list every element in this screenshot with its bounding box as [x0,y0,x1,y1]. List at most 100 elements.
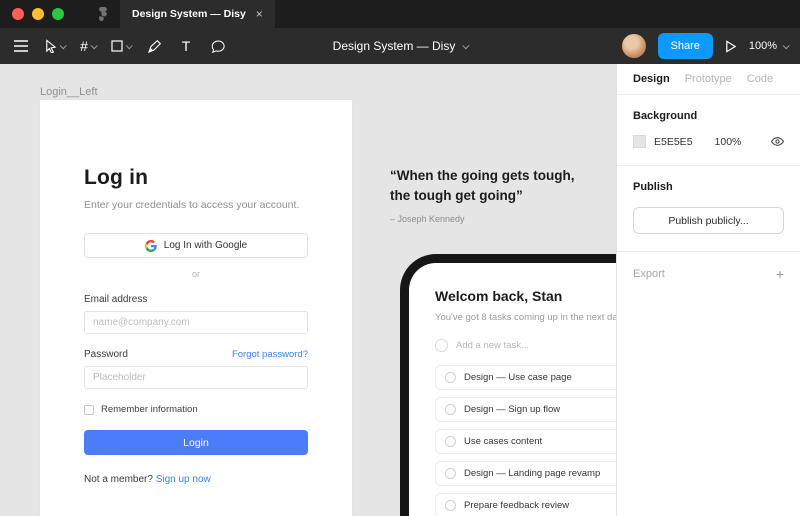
login-subtitle: Enter your credentials to access your ac… [84,199,308,211]
export-section-title: Export [633,268,665,280]
window-titlebar: Design System — Disy × [0,0,800,28]
move-tool-button[interactable] [40,31,69,61]
login-frame[interactable]: Log in Enter your credentials to access … [40,100,352,516]
signup-link[interactable]: Sign up now [156,474,211,485]
task-label: Design — Use case page [464,372,572,383]
opacity-value[interactable]: 100% [715,136,742,148]
email-field[interactable] [84,311,308,334]
text-tool-button[interactable]: T [173,31,199,61]
document-title-dropdown[interactable]: Design System — Disy [333,39,468,53]
chevron-down-icon[interactable] [126,42,133,49]
toolbar-right-group: Share 100% [622,33,800,59]
chevron-down-icon [783,42,790,49]
password-label-row: Password Forgot password? [84,349,308,360]
tab-close-icon[interactable]: × [256,8,263,20]
tab-code[interactable]: Code [747,73,773,85]
tab-design[interactable]: Design [633,73,670,85]
circle-icon[interactable] [445,468,456,479]
chevron-down-icon[interactable] [91,42,98,49]
or-divider: or [84,269,308,279]
circle-icon[interactable] [445,500,456,511]
main-toolbar: # T Design System — Disy Share [0,28,800,64]
zoom-control[interactable]: 100% [749,40,788,52]
share-button[interactable]: Share [658,33,713,59]
hamburger-menu-icon [14,40,28,52]
document-title: Design System — Disy [333,39,456,53]
main-area: Login__Left Log in Enter your credential… [0,64,800,516]
chevron-down-icon [462,42,469,49]
cursor-icon [44,39,57,53]
eye-icon [771,136,784,147]
task-row[interactable]: Prepare feedback review [435,493,616,516]
present-button[interactable] [725,40,737,53]
figma-logo-icon [92,0,114,28]
circle-icon[interactable] [445,436,456,447]
document-tab-title: Design System — Disy [132,8,246,20]
frame-tool-button[interactable]: # [75,31,101,61]
document-tab[interactable]: Design System — Disy × [120,0,275,28]
visibility-toggle[interactable] [771,136,784,147]
login-submit-button[interactable]: Login [84,430,308,455]
user-avatar[interactable] [622,34,646,58]
google-logo-icon [145,240,157,252]
signup-row: Not a member? Sign up now [84,474,308,485]
color-hex-value[interactable]: E5E5E5 [654,136,693,148]
task-list: Design — Use case page Design — Sign up … [435,365,616,516]
background-section-title: Background [633,110,784,122]
text-tool-icon: T [182,38,191,54]
login-content: Log in Enter your credentials to access … [40,100,352,485]
frame-name-label[interactable]: Login__Left [40,86,98,98]
remember-row: Remember information [84,404,308,415]
figma-app-window: Design System — Disy × # [0,0,800,516]
comment-tool-button[interactable] [205,31,231,61]
add-task-input[interactable]: Add a new task... [435,339,616,352]
remember-label: Remember information [101,404,198,415]
chevron-down-icon[interactable] [60,42,67,49]
color-swatch[interactable] [633,135,646,148]
quote-text: “When the going gets tough, the tough ge… [390,166,594,205]
forgot-password-link[interactable]: Forgot password? [232,349,308,360]
phone-frame[interactable]: Welcom back, Stan You've got 8 tasks com… [400,254,616,516]
publish-publicly-button[interactable]: Publish publicly... [633,207,784,234]
rectangle-icon [111,40,123,52]
phone-subtitle: You've got 8 tasks coming up in the next… [435,312,616,323]
task-label: Design — Sign up flow [464,404,560,415]
task-row[interactable]: Design — Sign up flow [435,397,616,422]
circle-icon[interactable] [445,372,456,383]
circle-icon [435,339,448,352]
signup-prompt: Not a member? [84,474,156,485]
remember-checkbox[interactable] [84,405,94,415]
tab-prototype[interactable]: Prototype [685,73,732,85]
close-window-button[interactable] [12,8,24,20]
comment-bubble-icon [211,40,225,53]
play-icon [725,40,737,53]
pen-icon [148,40,161,53]
task-row[interactable]: Design — Landing page revamp [435,461,616,486]
design-canvas[interactable]: Login__Left Log in Enter your credential… [0,64,616,516]
shape-tool-button[interactable] [107,31,135,61]
panel-tabs: Design Prototype Code [617,64,800,95]
email-label: Email address [84,294,308,305]
login-heading: Log in [84,166,308,190]
quote-block: “When the going gets tough, the tough ge… [390,166,594,224]
frame-tool-icon: # [80,38,88,54]
publish-section-title: Publish [633,181,784,193]
maximize-window-button[interactable] [52,8,64,20]
minimize-window-button[interactable] [32,8,44,20]
password-field[interactable] [84,366,308,389]
background-color-row: E5E5E5 100% [633,135,784,148]
google-button-label: Log In with Google [164,240,247,251]
phone-heading: Welcom back, Stan [435,288,616,304]
circle-icon[interactable] [445,404,456,415]
task-row[interactable]: Use cases content [435,429,616,454]
add-export-button[interactable]: + [776,267,784,281]
main-menu-button[interactable] [8,31,34,61]
properties-panel: Design Prototype Code Background E5E5E5 … [616,64,800,516]
pen-tool-button[interactable] [141,31,167,61]
window-controls [0,8,74,20]
background-section: Background E5E5E5 100% [617,95,800,166]
task-row[interactable]: Design — Use case page [435,365,616,390]
phone-content: Welcom back, Stan You've got 8 tasks com… [409,263,616,516]
publish-section: Publish Publish publicly... [617,166,800,252]
google-login-button[interactable]: Log In with Google [84,233,308,258]
